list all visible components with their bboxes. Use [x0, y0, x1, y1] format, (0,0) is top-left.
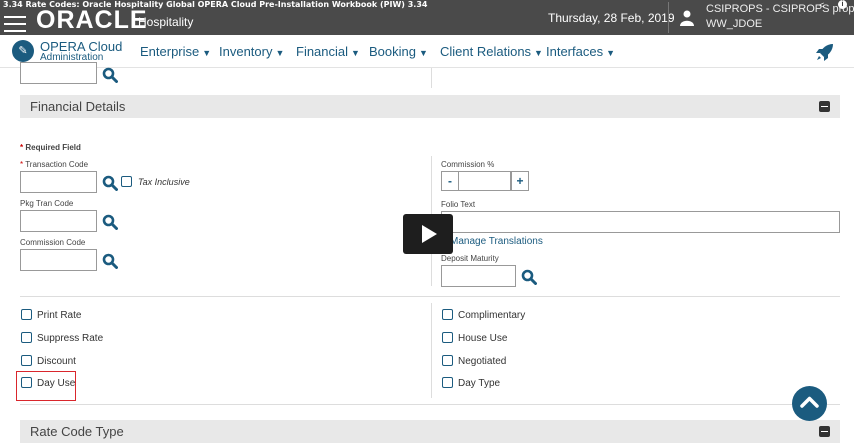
folio-text-input[interactable]	[441, 211, 840, 233]
deposit-maturity-input[interactable]	[441, 265, 516, 287]
oracle-logo: ORACLE	[36, 6, 148, 34]
transaction-code-text: Transaction Code	[25, 160, 89, 169]
nav-inventory[interactable]: Inventory ▼	[219, 44, 284, 59]
commission-percent-label: Commission %	[441, 160, 495, 169]
negotiated-label: Negotiated	[458, 356, 507, 367]
commission-code-input[interactable]	[20, 249, 97, 271]
search-icon[interactable]	[521, 269, 537, 285]
deposit-maturity-label: Deposit Maturity	[441, 254, 499, 263]
nav-label: Enterprise	[140, 44, 200, 59]
section-divider	[20, 296, 840, 297]
nav-label: Financial	[296, 44, 349, 59]
scroll-to-top-button[interactable]	[792, 386, 827, 421]
hamburger-menu-icon[interactable]	[4, 16, 26, 32]
main-content: Financial Details * Required Field * Tra…	[0, 62, 854, 447]
section-title: Rate Code Type	[30, 424, 124, 439]
search-icon[interactable]	[102, 67, 118, 83]
nav-booking[interactable]: Booking ▼	[369, 44, 428, 59]
stepper-decrement-button[interactable]: -	[441, 171, 459, 191]
user-login: WW_JDOE	[706, 18, 763, 30]
caret-down-icon: ▼	[534, 48, 543, 58]
suppress-rate-label: Suppress Rate	[37, 333, 104, 344]
nav-label: Interfaces	[546, 44, 604, 59]
caret-down-icon: ▼	[275, 48, 285, 58]
day-type-label: Day Type	[458, 378, 501, 389]
search-icon[interactable]	[102, 214, 118, 230]
house-use-label: House Use	[458, 333, 508, 344]
info-icon[interactable]: i	[838, 0, 847, 9]
opera-cloud-icon[interactable]: ✎	[12, 40, 34, 62]
pkg-tran-code-input[interactable]	[20, 210, 97, 232]
complimentary-label: Complimentary	[458, 310, 526, 321]
nav-enterprise[interactable]: Enterprise ▼	[140, 44, 211, 59]
nav-label: Client Relations	[440, 44, 532, 59]
nav-interfaces[interactable]: Interfaces ▼	[546, 44, 615, 59]
column-divider	[431, 303, 432, 398]
discount-checkbox[interactable]	[21, 355, 32, 366]
rate-code-type-header[interactable]: Rate Code Type	[20, 420, 840, 443]
nav-client-relations[interactable]: Client Relations ▼	[440, 44, 543, 59]
nav-financial[interactable]: Financial ▼	[296, 44, 360, 59]
caret-down-icon: ▼	[202, 48, 212, 58]
nav-label: Booking	[369, 44, 416, 59]
search-icon[interactable]	[102, 175, 118, 191]
section-divider	[20, 404, 840, 405]
section-title: Financial Details	[30, 99, 126, 114]
top-bar: ORACLE Hospitality 3.34 Rate Codes: Orac…	[0, 0, 854, 35]
stepper-increment-button[interactable]: +	[511, 171, 529, 191]
caret-down-icon: ▼	[351, 48, 360, 58]
financial-details-header[interactable]: Financial Details	[20, 95, 840, 118]
property-name: CSIPROPS - CSIPROPS property	[706, 3, 854, 15]
previous-lookup-input[interactable]	[20, 62, 97, 84]
manage-translations-link[interactable]: Manage Translations	[450, 236, 543, 247]
nav-label: Inventory	[219, 44, 273, 59]
header-divider	[668, 2, 669, 33]
print-rate-checkbox[interactable]	[21, 309, 32, 320]
tax-inclusive-label: Tax Inclusive	[138, 177, 190, 187]
day-use-highlight	[16, 371, 76, 401]
caret-down-icon: ▼	[418, 48, 428, 58]
page: ORACLE Hospitality 3.34 Rate Codes: Orac…	[0, 0, 854, 447]
collapse-icon[interactable]	[819, 101, 830, 112]
video-title: 3.34 Rate Codes: Oracle Hospitality Glob…	[3, 0, 428, 9]
logo-subtitle: Hospitality	[138, 15, 194, 29]
required-field-text: Required Field	[25, 143, 81, 152]
required-field-note: * Required Field	[20, 143, 81, 152]
video-play-button[interactable]	[403, 214, 453, 254]
commission-percent-input[interactable]	[458, 171, 511, 191]
collapse-icon[interactable]	[819, 426, 830, 437]
complimentary-checkbox[interactable]	[442, 309, 453, 320]
business-date: Thursday, 28 Feb, 2019	[548, 11, 675, 25]
print-rate-label: Print Rate	[37, 310, 82, 321]
caret-down-icon: ▼	[606, 48, 616, 58]
share-icon[interactable]: <	[819, 0, 824, 10]
folio-text-label: Folio Text	[441, 200, 476, 209]
transaction-code-input[interactable]	[20, 171, 97, 193]
user-icon[interactable]	[680, 10, 694, 26]
transaction-code-label: * Transaction Code	[20, 160, 89, 169]
negotiated-checkbox[interactable]	[442, 355, 453, 366]
tax-inclusive-checkbox[interactable]	[121, 176, 132, 187]
suppress-rate-checkbox[interactable]	[21, 332, 32, 343]
chevron-up-icon	[800, 396, 819, 408]
pkg-tran-code-label: Pkg Tran Code	[20, 199, 74, 208]
search-icon[interactable]	[102, 253, 118, 269]
commission-code-label: Commission Code	[20, 238, 86, 247]
main-navigation: ✎ OPERA Cloud Administration Enterprise ▼…	[0, 35, 854, 68]
column-divider	[431, 68, 432, 88]
house-use-checkbox[interactable]	[442, 332, 453, 343]
day-type-checkbox[interactable]	[442, 377, 453, 388]
rocket-icon[interactable]	[814, 41, 836, 63]
discount-label: Discount	[37, 356, 76, 367]
